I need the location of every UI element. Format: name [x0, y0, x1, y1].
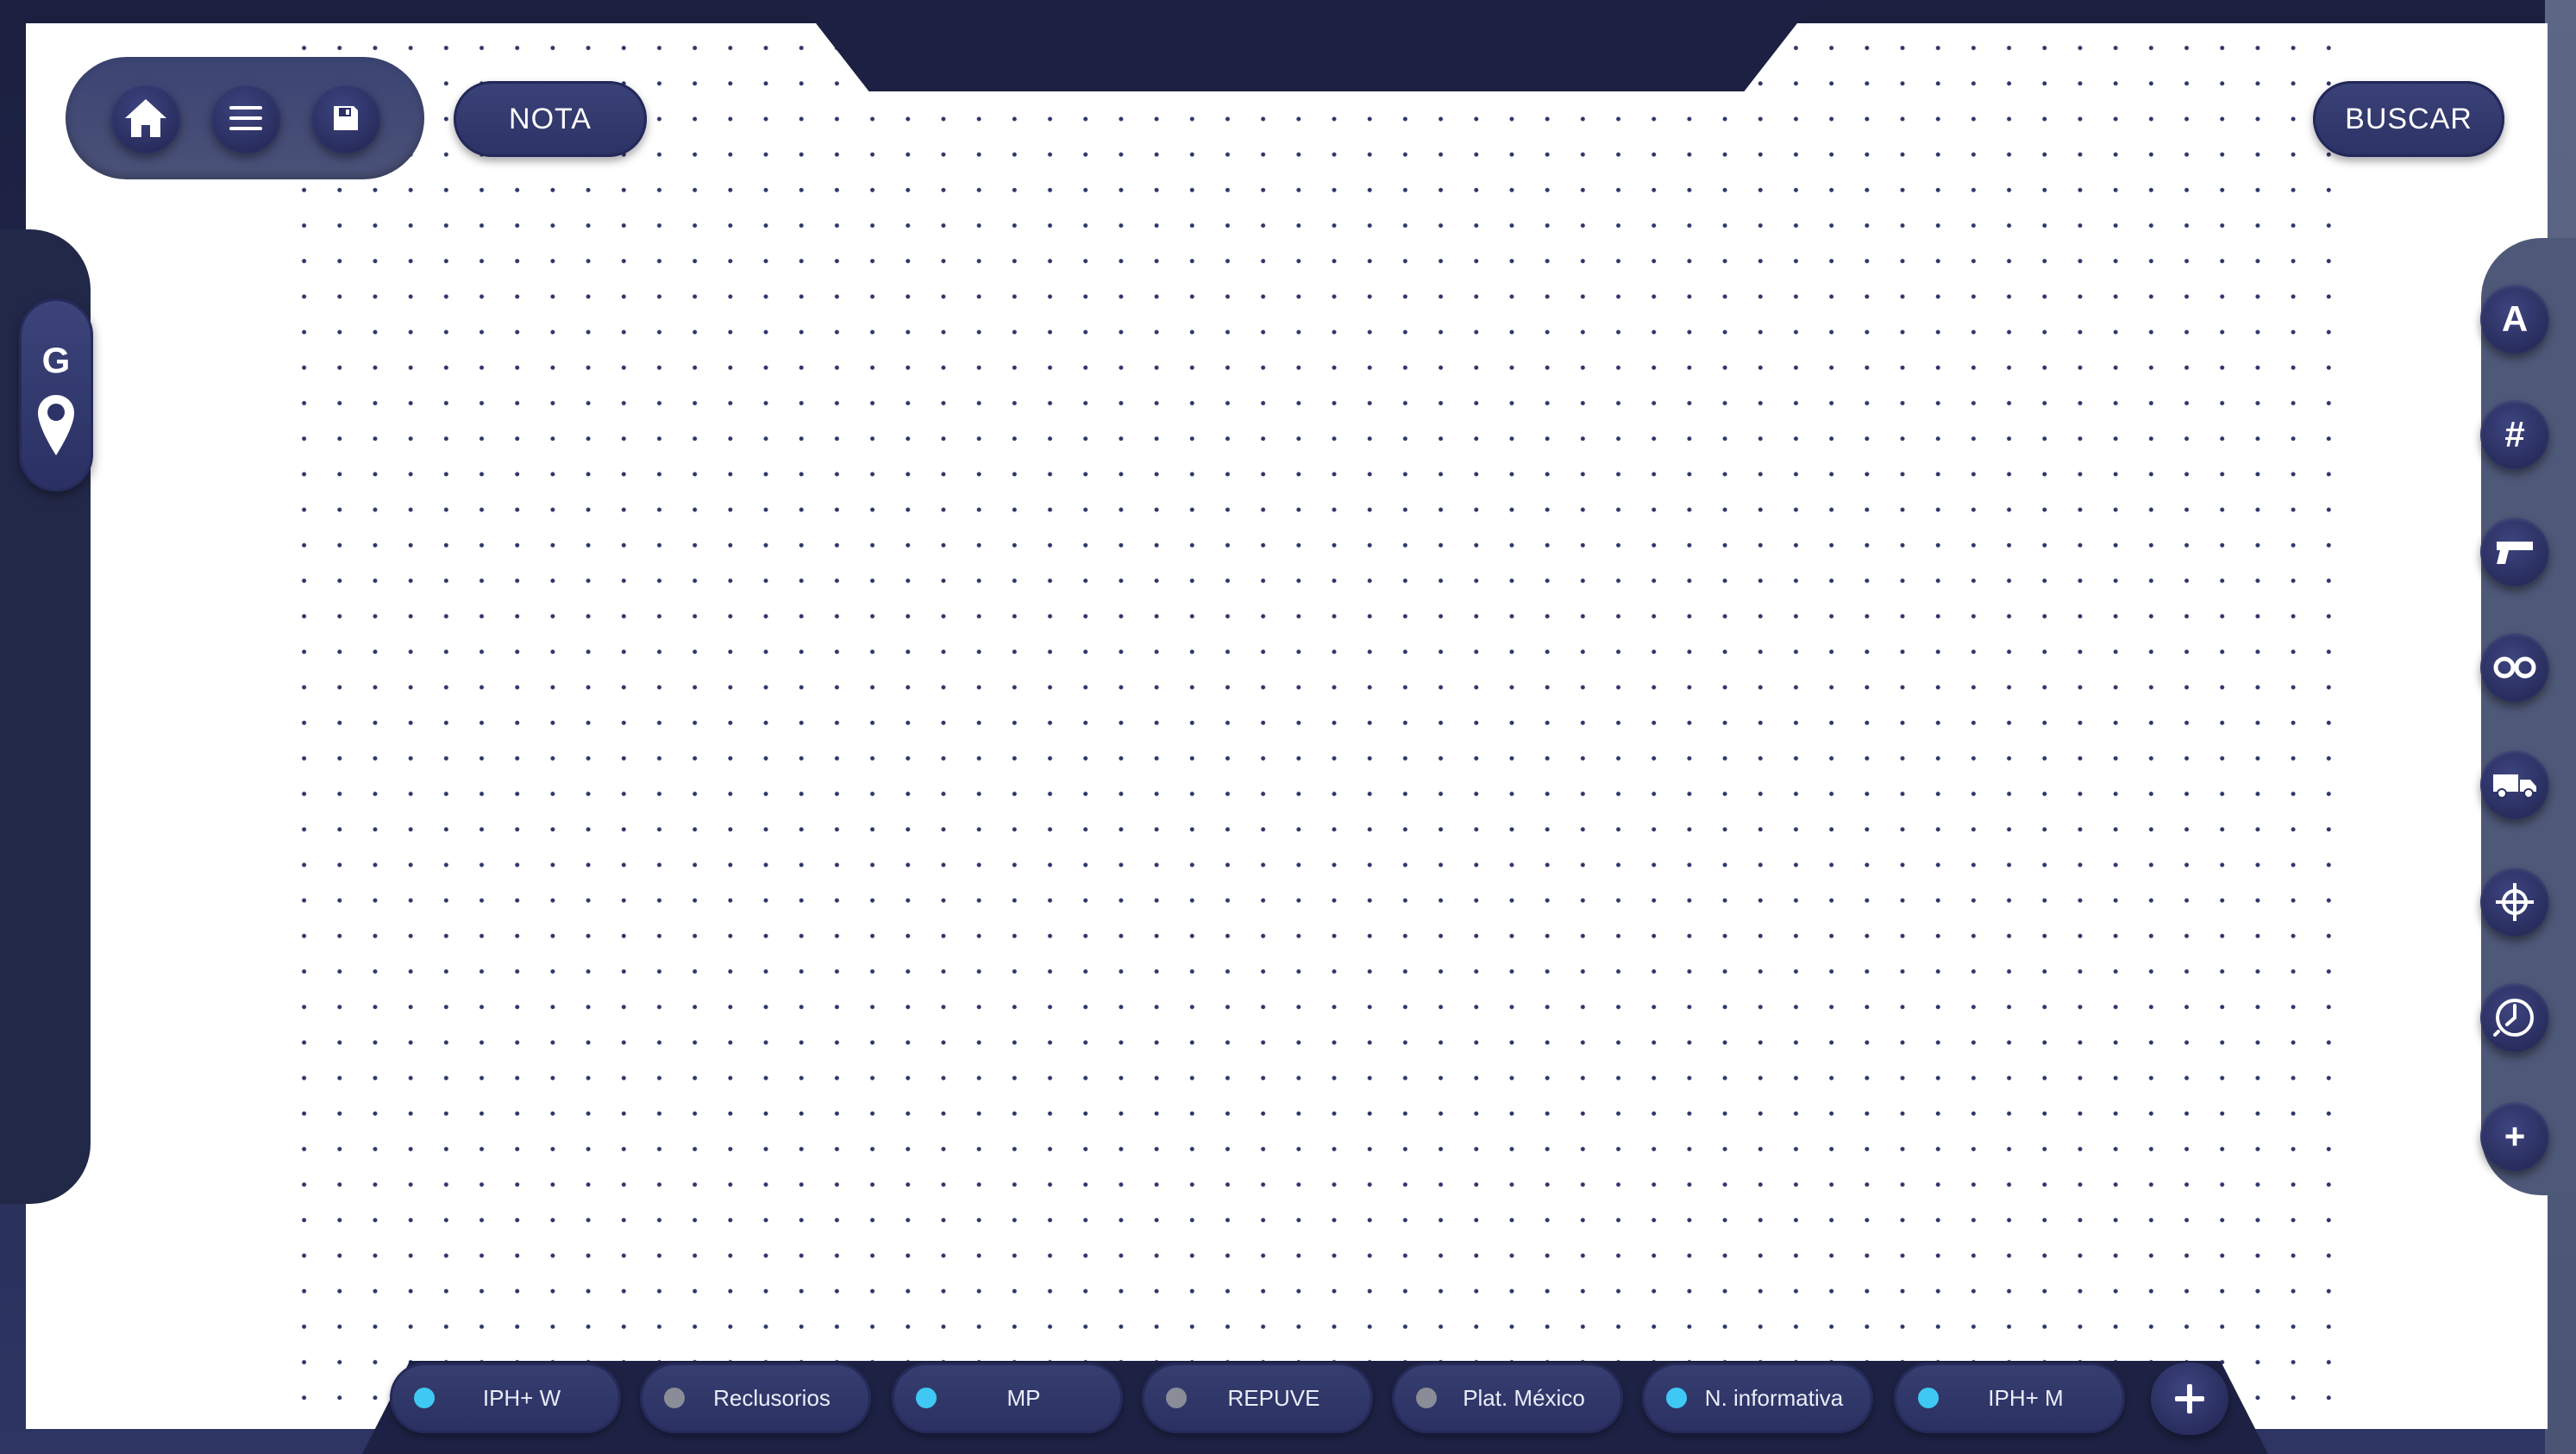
dot-grid: [276, 27, 2346, 1429]
menu-button[interactable]: [210, 83, 281, 154]
tab-label: MP: [1006, 1384, 1041, 1411]
menu-icon: [229, 106, 262, 130]
letter-a-icon: A: [2501, 298, 2529, 339]
target-tool-button[interactable]: [2480, 868, 2549, 937]
pistol-icon: [2497, 542, 2533, 564]
hash-icon: #: [2504, 414, 2525, 454]
handcuffs-icon: [2493, 656, 2536, 679]
home-button[interactable]: [110, 83, 181, 154]
status-dot: [414, 1388, 435, 1408]
tab-mp[interactable]: MP: [892, 1363, 1123, 1433]
tab-reclusorios[interactable]: Reclusorios: [640, 1363, 871, 1433]
weapon-tool-button[interactable]: [2480, 517, 2549, 586]
clock-icon: [2493, 999, 2534, 1037]
text-tool-button[interactable]: A: [2480, 285, 2549, 354]
geo-tab-letter: G: [41, 340, 71, 380]
status-dot: [664, 1388, 685, 1408]
right-toolbar: [2481, 238, 2576, 1195]
status-dot: [1666, 1388, 1687, 1408]
tab-n-informativa[interactable]: N. informativa: [1642, 1363, 1873, 1433]
add-tool-button[interactable]: +: [2480, 1102, 2549, 1171]
tab-label: IPH+ M: [1988, 1384, 2064, 1411]
canvas-panel[interactable]: [26, 23, 2548, 1429]
tab-plat-mexico[interactable]: Plat. México: [1392, 1363, 1623, 1433]
tab-iph-m[interactable]: IPH+ M: [1894, 1363, 2125, 1433]
tab-label: REPUVE: [1227, 1384, 1320, 1411]
time-tool-button[interactable]: [2480, 983, 2549, 1052]
handcuffs-tool-button[interactable]: [2480, 633, 2549, 702]
search-button[interactable]: BUSCAR: [2313, 81, 2504, 157]
save-icon: [334, 106, 358, 130]
status-dot: [916, 1388, 937, 1408]
top-notch: [798, 0, 1815, 91]
main-toolbar: [66, 57, 424, 179]
search-button-label: BUSCAR: [2345, 102, 2473, 135]
tab-label: N. informativa: [1704, 1384, 1844, 1411]
location-pin-icon: [38, 395, 74, 455]
status-dot: [1166, 1388, 1187, 1408]
status-dot: [1918, 1388, 1939, 1408]
home-icon: [125, 99, 166, 137]
tab-label: Plat. México: [1463, 1384, 1585, 1411]
tab-iph-w[interactable]: IPH+ W: [390, 1363, 621, 1433]
plus-icon: +: [2504, 1116, 2526, 1156]
save-button[interactable]: [310, 83, 381, 154]
status-dot: [1416, 1388, 1437, 1408]
crosshair-icon: [2496, 883, 2534, 921]
tab-label: Reclusorios: [713, 1384, 830, 1411]
note-button-label: NOTA: [509, 102, 592, 135]
tab-label: IPH+ W: [482, 1384, 561, 1411]
tab-repuve[interactable]: REPUVE: [1142, 1363, 1373, 1433]
truck-icon: [2493, 774, 2536, 799]
number-tool-button[interactable]: #: [2480, 400, 2549, 469]
plus-icon: [2175, 1384, 2204, 1413]
note-button[interactable]: NOTA: [454, 81, 647, 157]
app-window: NOTA BUSCAR G A # + IPH+ W Reclusorios M…: [0, 0, 2576, 1454]
vehicle-tool-button[interactable]: [2480, 750, 2549, 819]
add-tab-button[interactable]: [2151, 1363, 2228, 1435]
geo-tab-button[interactable]: G: [19, 298, 93, 492]
